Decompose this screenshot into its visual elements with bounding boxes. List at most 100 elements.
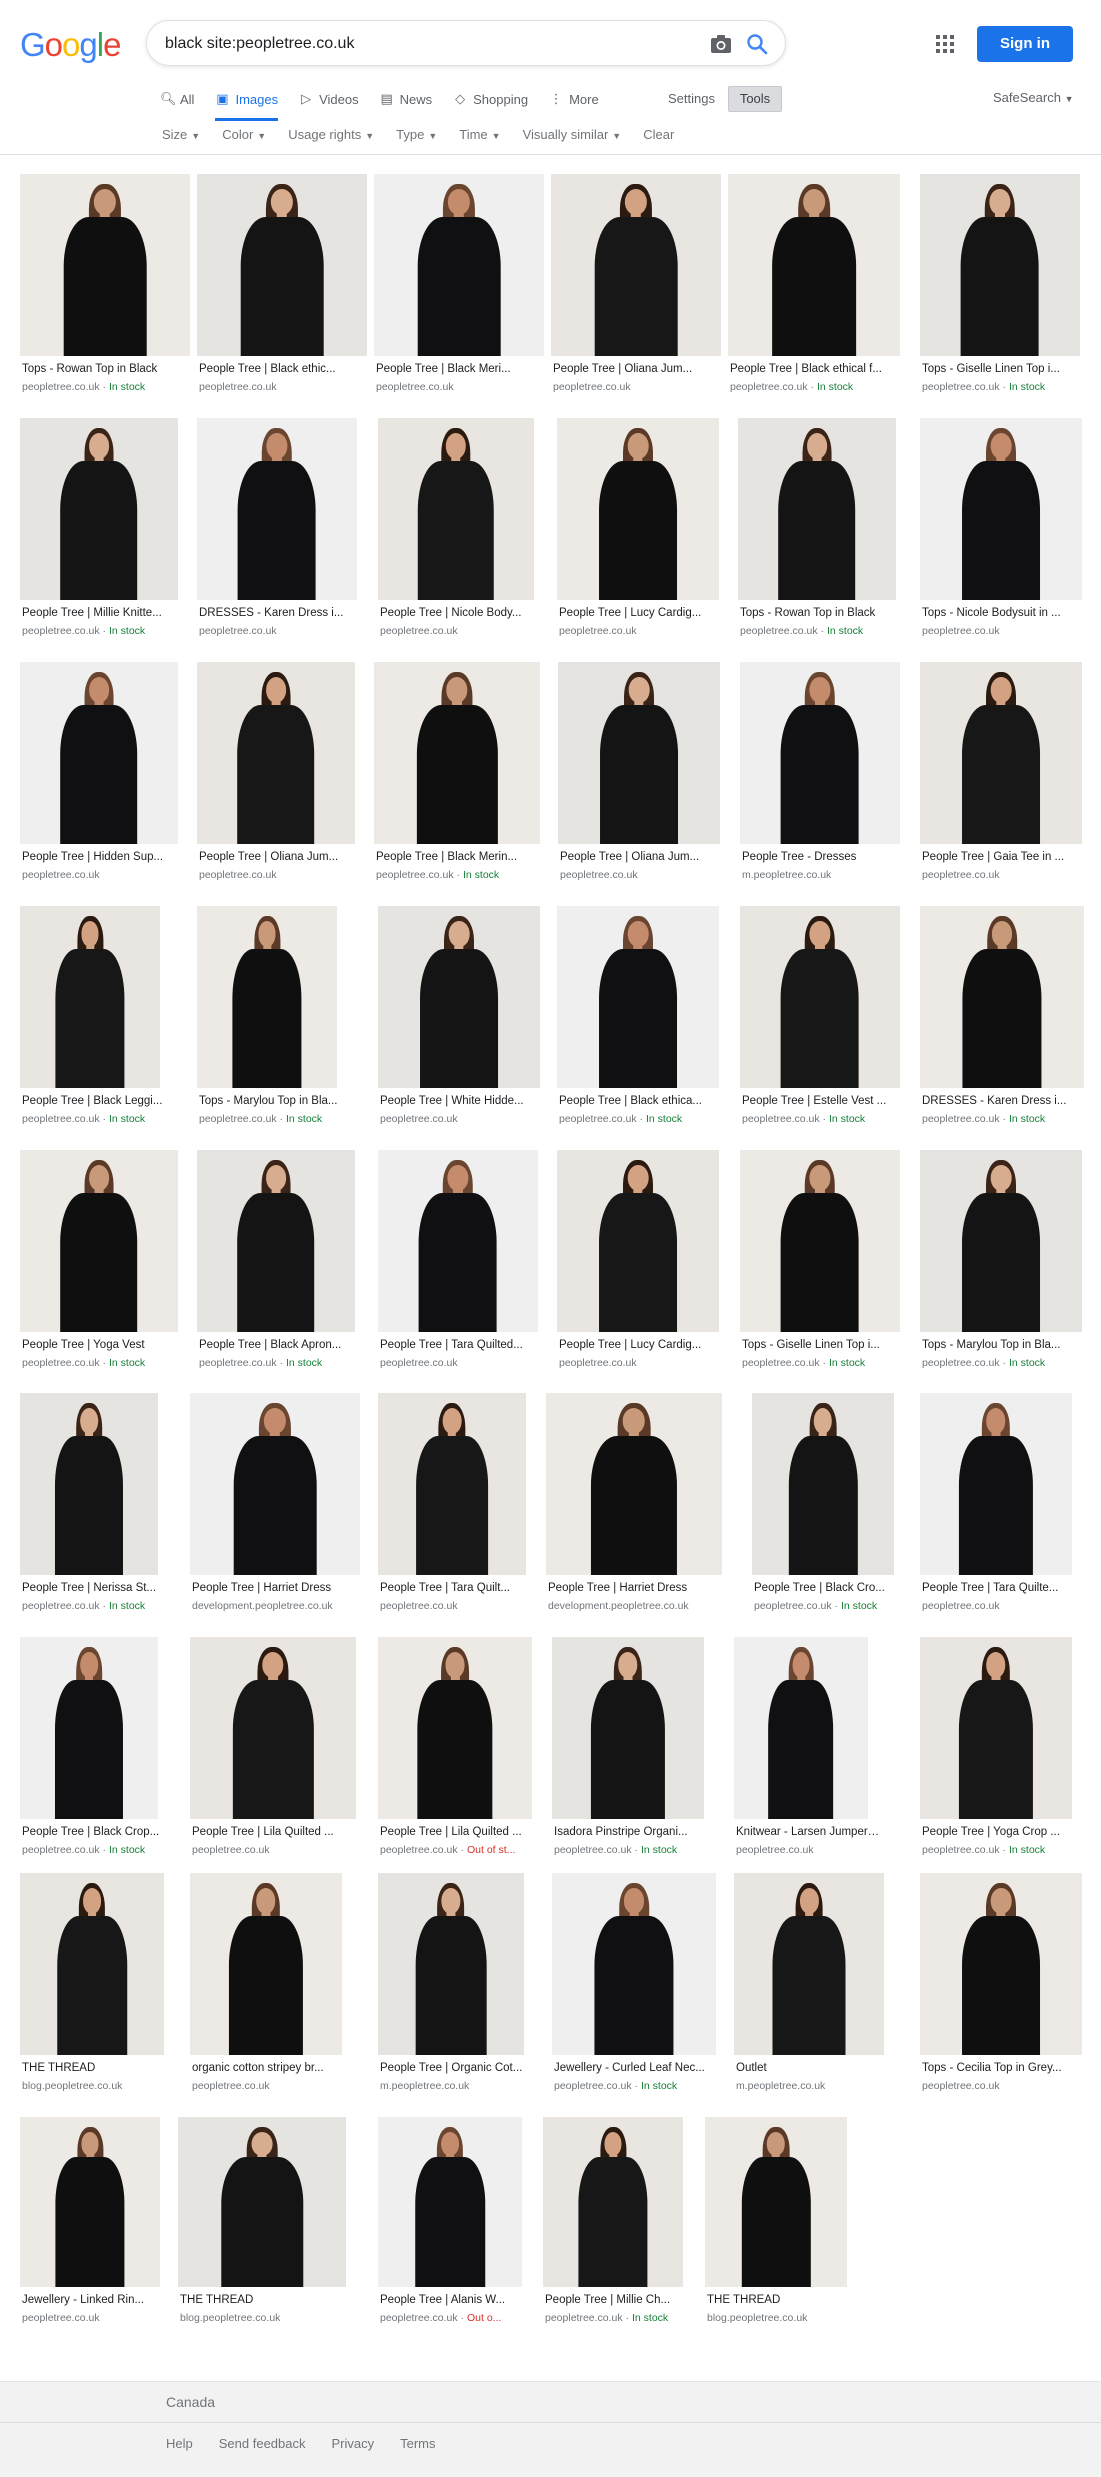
filter-time[interactable]: Time ▼ — [459, 127, 500, 142]
image-result[interactable]: People Tree | Lucy Cardig... peopletree.c… — [557, 1150, 719, 1376]
result-thumbnail[interactable] — [728, 174, 900, 356]
result-thumbnail[interactable] — [374, 174, 544, 356]
image-result[interactable]: THE THREAD blog.peopletree.co.uk — [20, 1873, 164, 2099]
settings-link[interactable]: Settings — [668, 91, 715, 106]
result-title[interactable]: People Tree | Nerissa St... — [22, 1582, 170, 1594]
apps-grid-icon[interactable] — [935, 34, 955, 54]
result-title[interactable]: Outlet — [736, 2062, 896, 2074]
result-thumbnail[interactable] — [920, 1637, 1072, 1819]
filter-size[interactable]: Size ▼ — [162, 127, 200, 142]
filter-color[interactable]: Color ▼ — [222, 127, 266, 142]
result-thumbnail[interactable] — [378, 1150, 538, 1332]
result-title[interactable]: organic cotton stripey br... — [192, 2062, 354, 2074]
image-result[interactable]: People Tree | Black ethic... peopletree.c… — [197, 174, 367, 400]
footer-link-terms[interactable]: Terms — [400, 2436, 435, 2451]
google-logo[interactable]: Google — [20, 26, 121, 64]
image-result[interactable]: Tops - Rowan Top in Black peopletree.co.u… — [738, 418, 896, 644]
result-thumbnail[interactable] — [20, 1637, 158, 1819]
image-result[interactable]: People Tree | Lucy Cardig... peopletree.c… — [557, 418, 719, 644]
image-result[interactable]: THE THREAD blog.peopletree.co.uk — [705, 2117, 847, 2331]
result-title[interactable]: People Tree | Oliana Jum... — [553, 363, 733, 375]
result-thumbnail[interactable] — [920, 1393, 1072, 1575]
result-thumbnail[interactable] — [558, 662, 720, 844]
image-result[interactable]: People Tree | Oliana Jum... peopletree.co… — [551, 174, 721, 400]
result-thumbnail[interactable] — [552, 1873, 716, 2055]
result-title[interactable]: THE THREAD — [707, 2294, 859, 2306]
result-title[interactable]: People Tree | Harriet Dress — [548, 1582, 734, 1594]
result-thumbnail[interactable] — [920, 174, 1080, 356]
result-thumbnail[interactable] — [920, 1150, 1082, 1332]
result-title[interactable]: People Tree | Organic Cot... — [380, 2062, 536, 2074]
image-result[interactable]: People Tree | Black Apron... peopletree.c… — [197, 1150, 355, 1376]
result-thumbnail[interactable] — [378, 1393, 526, 1575]
result-title[interactable]: DRESSES - Karen Dress i... — [922, 1095, 1096, 1107]
result-title[interactable]: People Tree | Black Crop... — [22, 1826, 170, 1838]
search-input[interactable] — [165, 33, 685, 55]
result-title[interactable]: Tops - Cecilia Top in Grey... — [922, 2062, 1094, 2074]
tab-videos[interactable]: ▷ Videos — [299, 86, 359, 112]
image-result[interactable]: Isadora Pinstripe Organi... peopletree.co… — [552, 1637, 704, 1863]
image-result[interactable]: People Tree | Black Merin... peopletree.c… — [374, 662, 540, 888]
tab-shopping[interactable]: ◇ Shopping — [453, 86, 528, 112]
result-thumbnail[interactable] — [20, 1393, 158, 1575]
result-title[interactable]: People Tree | Alanis W... — [380, 2294, 534, 2306]
result-title[interactable]: Tops - Marylou Top in Bla... — [922, 1339, 1094, 1351]
result-thumbnail[interactable] — [178, 2117, 346, 2287]
result-title[interactable]: Jewellery - Curled Leaf Nec... — [554, 2062, 728, 2074]
result-thumbnail[interactable] — [920, 662, 1082, 844]
result-title[interactable]: People Tree | Tara Quilted... — [380, 1339, 550, 1351]
result-title[interactable]: People Tree | Lila Quilted ... — [192, 1826, 368, 1838]
result-title[interactable]: People Tree | Harriet Dress — [192, 1582, 372, 1594]
result-title[interactable]: People Tree | Tara Quilt... — [380, 1582, 538, 1594]
image-result[interactable]: People Tree | Alanis W... peopletree.co.u… — [378, 2117, 522, 2331]
tools-button[interactable]: Tools — [728, 86, 782, 112]
result-thumbnail[interactable] — [557, 906, 719, 1088]
result-thumbnail[interactable] — [378, 418, 534, 600]
tab-all[interactable]: 🔍︎ All — [160, 86, 194, 112]
filter-clear[interactable]: Clear — [643, 127, 674, 142]
image-result[interactable]: DRESSES - Karen Dress i... peopletree.co.… — [920, 906, 1084, 1132]
image-result[interactable]: Tops - Rowan Top in Black peopletree.co.u… — [20, 174, 190, 400]
image-result[interactable]: Tops - Cecilia Top in Grey... peopletree.… — [920, 1873, 1082, 2099]
result-thumbnail[interactable] — [20, 1150, 178, 1332]
image-result[interactable]: People Tree | Yoga Vest peopletree.co.uk … — [20, 1150, 178, 1376]
image-result[interactable]: DRESSES - Karen Dress i... peopletree.co.… — [197, 418, 357, 644]
image-result[interactable]: People Tree | Black Meri... peopletree.co… — [374, 174, 544, 400]
filter-usage-rights[interactable]: Usage rights ▼ — [288, 127, 374, 142]
result-title[interactable]: THE THREAD — [22, 2062, 176, 2074]
result-thumbnail[interactable] — [197, 174, 367, 356]
image-result[interactable]: People Tree | Hidden Sup... peopletree.co… — [20, 662, 178, 888]
filter-visually-similar[interactable]: Visually similar ▼ — [523, 127, 622, 142]
result-thumbnail[interactable] — [20, 906, 160, 1088]
image-result[interactable]: organic cotton stripey br... peopletree.c… — [190, 1873, 342, 2099]
result-title[interactable]: People Tree | Black Meri... — [376, 363, 556, 375]
result-title[interactable]: People Tree | Gaia Tee in ... — [922, 851, 1094, 863]
result-thumbnail[interactable] — [920, 418, 1082, 600]
result-title[interactable]: People Tree | Black Merin... — [376, 851, 552, 863]
result-thumbnail[interactable] — [197, 662, 355, 844]
footer-link-privacy[interactable]: Privacy — [331, 2436, 374, 2451]
image-result[interactable]: People Tree | Oliana Jum... peopletree.co… — [558, 662, 720, 888]
result-title[interactable]: People Tree | Yoga Crop ... — [922, 1826, 1084, 1838]
result-thumbnail[interactable] — [20, 1873, 164, 2055]
result-thumbnail[interactable] — [20, 662, 178, 844]
result-title[interactable]: People Tree | Hidden Sup... — [22, 851, 190, 863]
image-result[interactable]: People Tree | Black ethical f... peopletr… — [728, 174, 900, 400]
image-result[interactable]: People Tree | Black Cro... peopletree.co.… — [752, 1393, 894, 1619]
safesearch-menu[interactable]: SafeSearch ▼ — [993, 90, 1073, 105]
result-title[interactable]: People Tree | Lila Quilted ... — [380, 1826, 544, 1838]
image-result[interactable]: People Tree | Organic Cot... m.peopletree… — [378, 1873, 524, 2099]
result-title[interactable]: People Tree | Black ethical f... — [730, 363, 912, 375]
result-title[interactable]: People Tree | Estelle Vest ... — [742, 1095, 912, 1107]
tab-more[interactable]: ⋮ More — [549, 86, 599, 112]
image-result[interactable]: People Tree | Nicole Body... peopletree.c… — [378, 418, 534, 644]
image-result[interactable]: People Tree | Yoga Crop ... peopletree.co… — [920, 1637, 1072, 1863]
image-result[interactable]: Jewellery - Curled Leaf Nec... peopletree… — [552, 1873, 716, 2099]
result-thumbnail[interactable] — [190, 1637, 356, 1819]
image-result[interactable]: People Tree | Estelle Vest ... peopletree… — [740, 906, 900, 1132]
image-result[interactable]: People Tree | White Hidde... peopletree.c… — [378, 906, 540, 1132]
result-title[interactable]: People Tree | Black Cro... — [754, 1582, 906, 1594]
image-result[interactable]: People Tree | Black Crop... peopletree.co… — [20, 1637, 159, 1863]
image-result[interactable]: Tops - Nicole Bodysuit in ... peopletree.… — [920, 418, 1082, 644]
image-result[interactable]: Tops - Giselle Linen Top i... peopletree.… — [920, 174, 1080, 400]
